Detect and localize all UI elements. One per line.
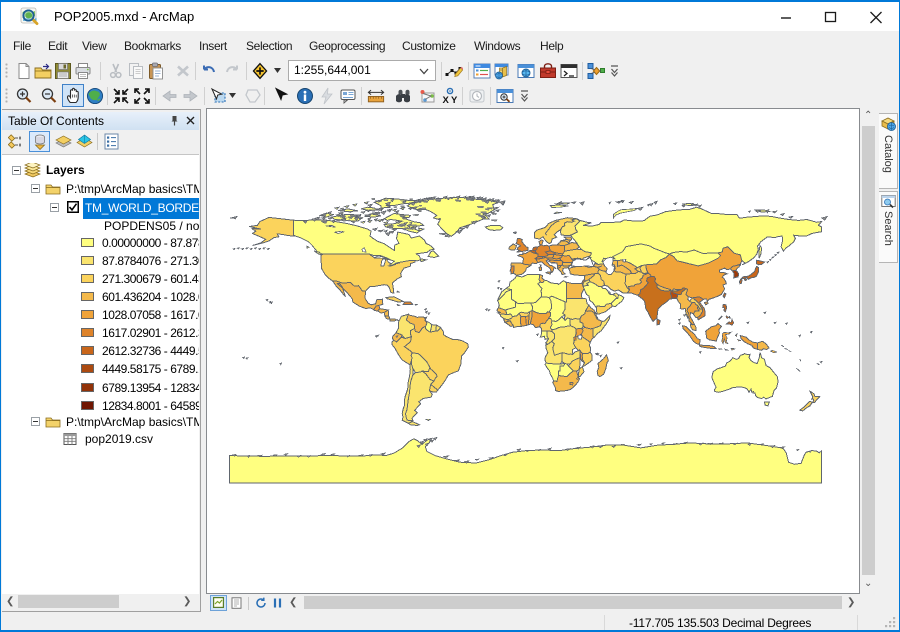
svg-text:Y: Y (451, 95, 458, 105)
svg-text:X: X (443, 95, 450, 105)
